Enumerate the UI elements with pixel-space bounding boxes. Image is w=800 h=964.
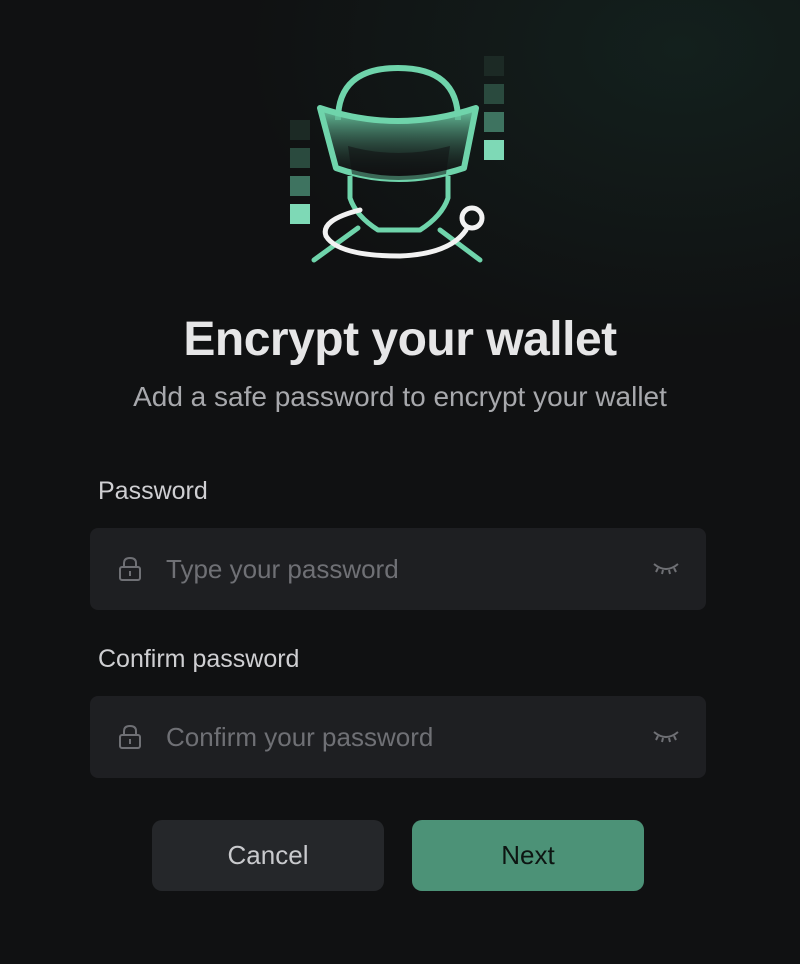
astronaut-illustration [290,56,504,263]
confirm-password-field[interactable] [90,696,706,778]
password-label: Password [98,477,208,505]
decor-bar [484,56,504,76]
password-input[interactable] [166,528,636,610]
page-subtitle: Add a safe password to encrypt your wall… [133,381,667,412]
decor-bar [290,204,310,224]
decor-bar [290,176,310,196]
decor-bar [290,148,310,168]
cancel-button[interactable]: Cancel [152,820,384,891]
password-field[interactable] [90,528,706,610]
decor-bar [484,112,504,132]
confirm-password-input[interactable] [166,696,636,778]
decor-bar [484,140,504,160]
lock-icon [119,724,141,749]
page-title: Encrypt your wallet [183,313,617,366]
lock-icon [119,556,141,581]
decor-bar [290,120,310,140]
decor-bar [484,84,504,104]
confirm-password-label: Confirm password [98,645,300,673]
eye-closed-icon[interactable] [652,560,680,578]
eye-closed-icon[interactable] [652,728,680,746]
next-button[interactable]: Next [412,820,644,891]
